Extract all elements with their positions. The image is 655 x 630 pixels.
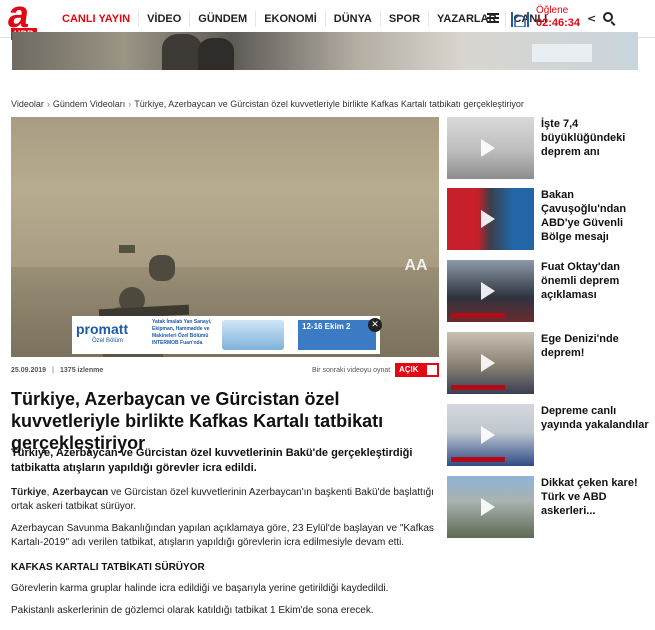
breadcrumb: Videolar › Gündem Videoları › Türkiye, Azerb… — [11, 98, 524, 110]
close-icon[interactable]: ✕ — [368, 318, 382, 332]
news-ticker-strip — [451, 313, 505, 318]
hamburger-menu-icon[interactable] — [487, 13, 499, 23]
related-video-title: Depreme canlı yayında yakalandılar — [541, 405, 649, 431]
play-icon — [481, 282, 495, 300]
video-meta: 25.09.2019 | 1375 izlenme — [11, 366, 103, 376]
keyword-turkiye[interactable]: Türkiye — [11, 487, 47, 498]
prayer-countdown: 02:46:34 — [536, 17, 581, 29]
breadcrumb-agenda-videos[interactable]: Gündem Videoları — [53, 99, 125, 109]
breadcrumb-separator: › — [128, 99, 132, 109]
video-thumbnail — [447, 260, 534, 322]
ad-dates: 12-16 Ekim 2 — [298, 320, 376, 350]
related-video-title: İşte 7,4 büyüklüğündeki deprem anı — [541, 118, 626, 158]
related-video-title: Bakan Çavuşoğlu'ndan ABD'ye Güvenli Bölg… — [541, 189, 627, 243]
keyword-azerbaycan[interactable]: Azerbaycan — [52, 487, 108, 498]
ad-banner[interactable] — [12, 32, 638, 70]
play-icon — [481, 426, 495, 444]
related-video-item[interactable]: Bakan Çavuşoğlu'ndan ABD'ye Güvenli Bölg… — [447, 188, 647, 250]
related-video-title: Ege Denizi'nde deprem! — [541, 333, 619, 359]
article-paragraph: Türkiye, Azerbaycan ve Gürcistan özel ku… — [11, 486, 439, 514]
related-video-item[interactable]: İşte 7,4 büyüklüğündeki deprem anı — [447, 117, 647, 179]
prayer-name: Öğlene — [536, 5, 569, 16]
article-summary: Türkiye, Azerbaycan ve Gürcistan özel ku… — [11, 447, 413, 474]
video-player[interactable]: AA promatt Özel Bölüm Yatak İmalatı Yan … — [11, 117, 439, 357]
video-thumbnail — [447, 188, 534, 250]
video-thumbnail — [447, 476, 534, 538]
breadcrumb-current: Türkiye, Azerbaycan ve Gürcistan özel ku… — [134, 99, 524, 109]
search-icon[interactable] — [603, 12, 613, 22]
video-thumbnail — [447, 117, 534, 179]
ad-mattress-image — [222, 320, 284, 350]
autoplay-toggle[interactable]: AÇIK — [395, 363, 439, 377]
play-icon — [481, 498, 495, 516]
publish-date: 25.09.2019 — [11, 367, 47, 374]
video-soldier-far — [119, 245, 135, 253]
breadcrumb-videos[interactable]: Videolar — [11, 99, 44, 109]
banner-sign — [532, 44, 592, 62]
nav-item-economy[interactable]: EKONOMİ — [256, 11, 326, 27]
aa-watermark-logo: AA — [404, 257, 428, 274]
mosque-icon — [511, 12, 529, 27]
prayer-time-widget: Öğlene 02:46:34 — [536, 5, 580, 30]
banner-figure — [198, 38, 234, 70]
view-count: 1375 izlenme — [60, 367, 104, 374]
related-video-title: Fuat Oktay'dan önemli deprem açıklaması — [541, 261, 621, 301]
video-overlay-ad[interactable]: promatt Özel Bölüm Yatak İmalatı Yan San… — [72, 316, 382, 354]
nav-item-live-broadcast[interactable]: CANLI YAYIN — [54, 11, 140, 27]
news-ticker-strip — [451, 385, 505, 390]
nav-item-sport[interactable]: SPOR — [381, 11, 430, 27]
play-icon — [481, 210, 495, 228]
nav-item-world[interactable]: DÜNYA — [326, 11, 381, 27]
video-thumbnail — [447, 404, 534, 466]
article-paragraph: Pakistanlı askerlerinin de gözlemci olar… — [11, 605, 374, 616]
video-soldier-far — [149, 255, 175, 281]
meta-divider: | — [52, 367, 55, 374]
toggle-knob — [427, 365, 437, 375]
related-video-item[interactable]: Fuat Oktay'dan önemli deprem açıklaması — [447, 260, 647, 322]
related-video-title: Dikkat çeken kare! Türk ve ABD askerleri… — [541, 477, 638, 517]
article-headline: Türkiye, Azerbaycan ve Gürcistan özel ku… — [11, 389, 384, 453]
video-thumbnail — [447, 332, 534, 394]
article-paragraph: Azerbaycan Savunma Bakanlığından yapılan… — [11, 523, 434, 548]
ad-brand-sub: Özel Bölüm — [92, 338, 124, 344]
news-ticker-strip — [451, 457, 505, 462]
autoplay-label: Bir sonraki videoyu oynat — [312, 367, 391, 374]
ad-brand: promatt — [76, 321, 129, 337]
play-icon — [481, 139, 495, 157]
nav-item-video[interactable]: VİDEO — [139, 11, 191, 27]
banner-figure — [162, 34, 202, 70]
breadcrumb-separator: › — [46, 99, 50, 109]
article-subheading: KAFKAS KARTALI TATBİKATI SÜRÜYOR — [11, 562, 205, 573]
related-video-item[interactable]: Ege Denizi'nde deprem! — [447, 332, 647, 394]
nav-item-agenda[interactable]: GÜNDEM — [190, 11, 257, 27]
ad-text: Yatak İmalatı Yan Sanayi, Ekipman, Hamma… — [152, 319, 212, 346]
related-video-item[interactable]: Dikkat çeken kare! Türk ve ABD askerleri… — [447, 476, 647, 538]
autoplay-toggle-label: AÇIK — [399, 365, 419, 374]
related-video-item[interactable]: Depreme canlı yayında yakalandılar — [447, 404, 649, 466]
share-icon[interactable]: < — [587, 13, 596, 24]
article-paragraph: Görevlerin karma gruplar halinde icra ed… — [11, 583, 389, 594]
play-icon — [481, 354, 495, 372]
